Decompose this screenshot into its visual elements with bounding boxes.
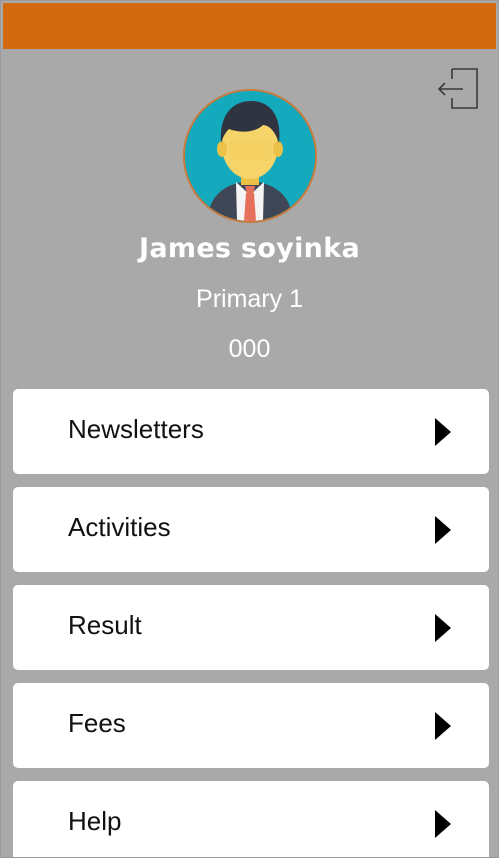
main-menu: Newsletters Activities Result Fees Help <box>13 389 489 857</box>
menu-item-newsletters[interactable]: Newsletters <box>13 389 489 474</box>
chevron-right-icon <box>435 516 451 544</box>
logout-button[interactable] <box>436 67 480 111</box>
menu-item-result[interactable]: Result <box>13 585 489 670</box>
menu-item-label: Fees <box>68 708 126 738</box>
menu-item-label: Activities <box>68 512 171 542</box>
student-avatar-icon <box>185 91 315 221</box>
chevron-right-icon <box>435 614 451 642</box>
student-name: James soyinka <box>139 233 360 264</box>
menu-item-activities[interactable]: Activities <box>13 487 489 572</box>
logout-icon <box>437 68 478 109</box>
student-avatar <box>183 89 317 223</box>
status-bar <box>3 3 496 49</box>
menu-item-label: Result <box>68 610 142 640</box>
student-class: Primary 1 <box>196 285 303 313</box>
chevron-right-icon <box>435 810 451 838</box>
menu-item-label: Newsletters <box>68 414 204 444</box>
menu-item-label: Help <box>68 806 122 836</box>
chevron-right-icon <box>435 712 451 740</box>
chevron-right-icon <box>435 418 451 446</box>
menu-item-help[interactable]: Help <box>13 781 489 857</box>
profile-screen: James soyinka Primary 1 000 Newsletters … <box>3 49 496 857</box>
app-frame: James soyinka Primary 1 000 Newsletters … <box>0 0 499 858</box>
menu-item-fees[interactable]: Fees <box>13 683 489 768</box>
student-id: 000 <box>228 335 271 363</box>
